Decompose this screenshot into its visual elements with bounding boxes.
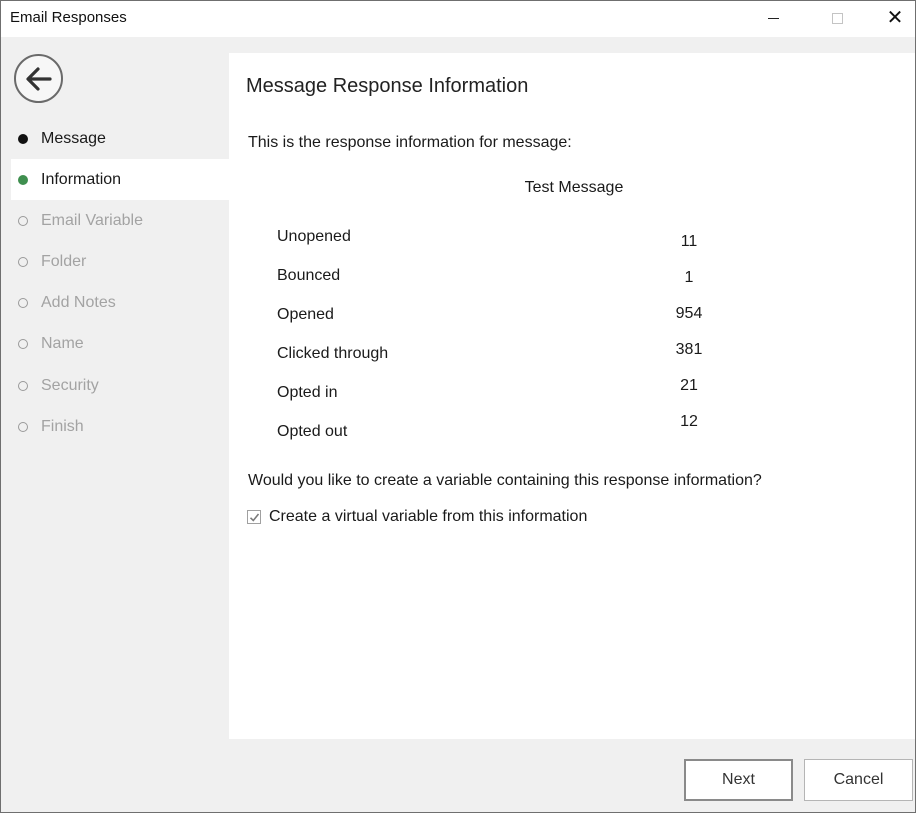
sidebar-item-label: Finish	[41, 417, 84, 435]
sidebar-item-label: Security	[41, 376, 99, 394]
sidebar-item-message[interactable]: Message	[11, 118, 229, 159]
intro-text: This is the response information for mes…	[248, 134, 572, 151]
maximize-icon	[831, 12, 843, 24]
minimize-button[interactable]	[749, 1, 797, 35]
stat-label-opted-in: Opted in	[277, 384, 338, 401]
page-title: Message Response Information	[246, 75, 529, 97]
create-variable-checkbox[interactable]	[247, 510, 261, 524]
close-icon: ✕	[886, 7, 904, 29]
step-current-dot-icon	[18, 174, 28, 185]
stat-label-clicked-through: Clicked through	[277, 345, 389, 362]
close-button[interactable]: ✕	[871, 1, 915, 35]
sidebar-item-label: Message	[41, 129, 106, 147]
footer-bar: Next Cancel	[1, 739, 915, 812]
step-complete-dot-icon	[18, 133, 28, 144]
sidebar-item-label: Email Variable	[41, 211, 143, 229]
step-pending-dot-icon	[18, 380, 28, 391]
sidebar-item-label: Name	[41, 334, 84, 352]
stat-value-clicked-through: 381	[675, 341, 703, 358]
stat-label-opened: Opened	[277, 306, 334, 323]
sidebar-item-information[interactable]: Information	[11, 159, 229, 200]
back-button[interactable]	[14, 54, 63, 103]
sidebar-item-label: Information	[41, 170, 122, 188]
step-pending-dot-icon	[18, 297, 28, 308]
wizard-sidebar: Message Information Email Variable Folde…	[1, 37, 229, 739]
sidebar-item-email-variable[interactable]: Email Variable	[11, 200, 229, 241]
stat-value-opted-in: 21	[680, 377, 698, 394]
sidebar-item-name[interactable]: Name	[11, 323, 229, 364]
title-bar: Email Responses ✕	[1, 1, 915, 37]
create-variable-checkbox-row[interactable]: Create a virtual variable from this info…	[247, 508, 587, 526]
checkmark-icon	[249, 513, 259, 522]
stat-label-bounced: Bounced	[277, 267, 341, 284]
step-pending-dot-icon	[18, 421, 28, 432]
step-pending-dot-icon	[18, 338, 28, 349]
sidebar-item-add-notes[interactable]: Add Notes	[11, 282, 229, 323]
checkbox-label: Create a virtual variable from this info…	[269, 508, 588, 525]
sidebar-item-folder[interactable]: Folder	[11, 241, 229, 282]
question-text: Would you like to create a variable cont…	[248, 472, 762, 489]
sidebar-item-label: Add Notes	[41, 293, 116, 311]
stat-value-bounced: 1	[684, 269, 694, 286]
stat-label-unopened: Unopened	[277, 228, 351, 245]
stat-value-opted-out: 12	[680, 413, 698, 430]
email-responses-window: Email Responses ✕ Message Information Em…	[0, 0, 916, 813]
sidebar-item-label: Folder	[41, 252, 87, 270]
message-name: Test Message	[524, 179, 624, 196]
sidebar-item-security[interactable]: Security	[11, 365, 229, 406]
next-button[interactable]: Next	[684, 759, 793, 801]
stat-label-opted-out: Opted out	[277, 423, 348, 440]
main-panel: Message Response Information This is the…	[229, 53, 915, 739]
stat-value-opened: 954	[675, 305, 703, 322]
stat-value-unopened: 11	[680, 233, 698, 250]
window-title: Email Responses	[10, 9, 127, 26]
cancel-button[interactable]: Cancel	[804, 759, 913, 801]
sidebar-item-finish[interactable]: Finish	[11, 406, 229, 447]
back-arrow-icon	[25, 66, 52, 91]
maximize-button[interactable]	[813, 1, 861, 35]
step-pending-dot-icon	[18, 256, 28, 267]
minimize-icon	[767, 17, 779, 19]
step-pending-dot-icon	[18, 215, 28, 226]
